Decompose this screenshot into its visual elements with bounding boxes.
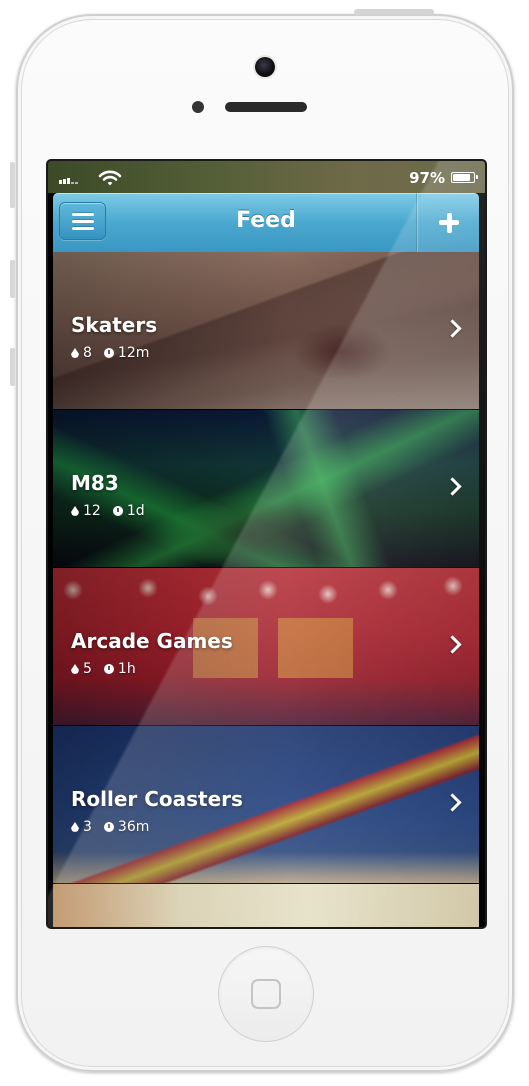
screen: 97% Feed Skaters 8 12m M83 12 1d Arcade … (48, 161, 485, 927)
feed-item-meta: 5 1h (71, 661, 136, 677)
clock-icon (103, 822, 114, 832)
wifi-icon (98, 170, 122, 186)
feed-item-title: Arcade Games (71, 629, 233, 653)
time-ago: 12m (117, 345, 150, 361)
feed-item-meta: 12 1d (71, 503, 145, 519)
status-bar: 97% (48, 161, 485, 193)
feed-item-image (53, 884, 479, 927)
feed-item-arcade-games[interactable]: Arcade Games 5 1h (53, 568, 479, 726)
drop-count: 5 (83, 661, 92, 677)
drop-icon (71, 664, 79, 674)
feed-item-roller-coasters[interactable]: Roller Coasters 3 36m (53, 726, 479, 884)
clock-icon (112, 506, 123, 516)
volume-down-button (10, 348, 15, 386)
home-square-icon (251, 979, 281, 1009)
feed-item-m83[interactable]: M83 12 1d (53, 410, 479, 568)
feed-item-partial[interactable] (53, 884, 479, 927)
proximity-sensor (192, 101, 204, 113)
time-ago: 36m (117, 819, 150, 835)
battery-fill (453, 174, 471, 181)
feed-item-meta: 3 36m (71, 819, 149, 835)
drop-count: 8 (83, 345, 92, 361)
plus-icon (446, 212, 452, 233)
feed-item-title: Roller Coasters (71, 787, 243, 811)
feed-item-skaters[interactable]: Skaters 8 12m (53, 252, 479, 410)
time-ago: 1d (126, 503, 145, 519)
earpiece-speaker (225, 102, 307, 112)
home-button[interactable] (218, 946, 314, 1042)
clock-icon (103, 664, 114, 674)
volume-up-button (10, 260, 15, 298)
feed-item-title: M83 (71, 471, 119, 495)
clock-icon (103, 348, 114, 358)
drop-icon (71, 348, 79, 358)
battery-percentage: 97% (409, 169, 445, 187)
drop-count: 12 (83, 503, 101, 519)
drop-icon (71, 822, 79, 832)
front-camera (255, 57, 275, 77)
feed-list: Skaters 8 12m M83 12 1d Arcade Games 5 1h (53, 252, 479, 927)
nav-bar: Feed (53, 193, 479, 252)
battery-icon (451, 172, 478, 183)
silent-switch (10, 162, 15, 208)
feed-item-meta: 8 12m (71, 345, 149, 361)
drop-icon (71, 506, 79, 516)
feed-item-title: Skaters (71, 313, 158, 337)
power-button (354, 9, 434, 15)
time-ago: 1h (117, 661, 136, 677)
add-button[interactable] (416, 193, 479, 252)
drop-count: 3 (83, 819, 92, 835)
